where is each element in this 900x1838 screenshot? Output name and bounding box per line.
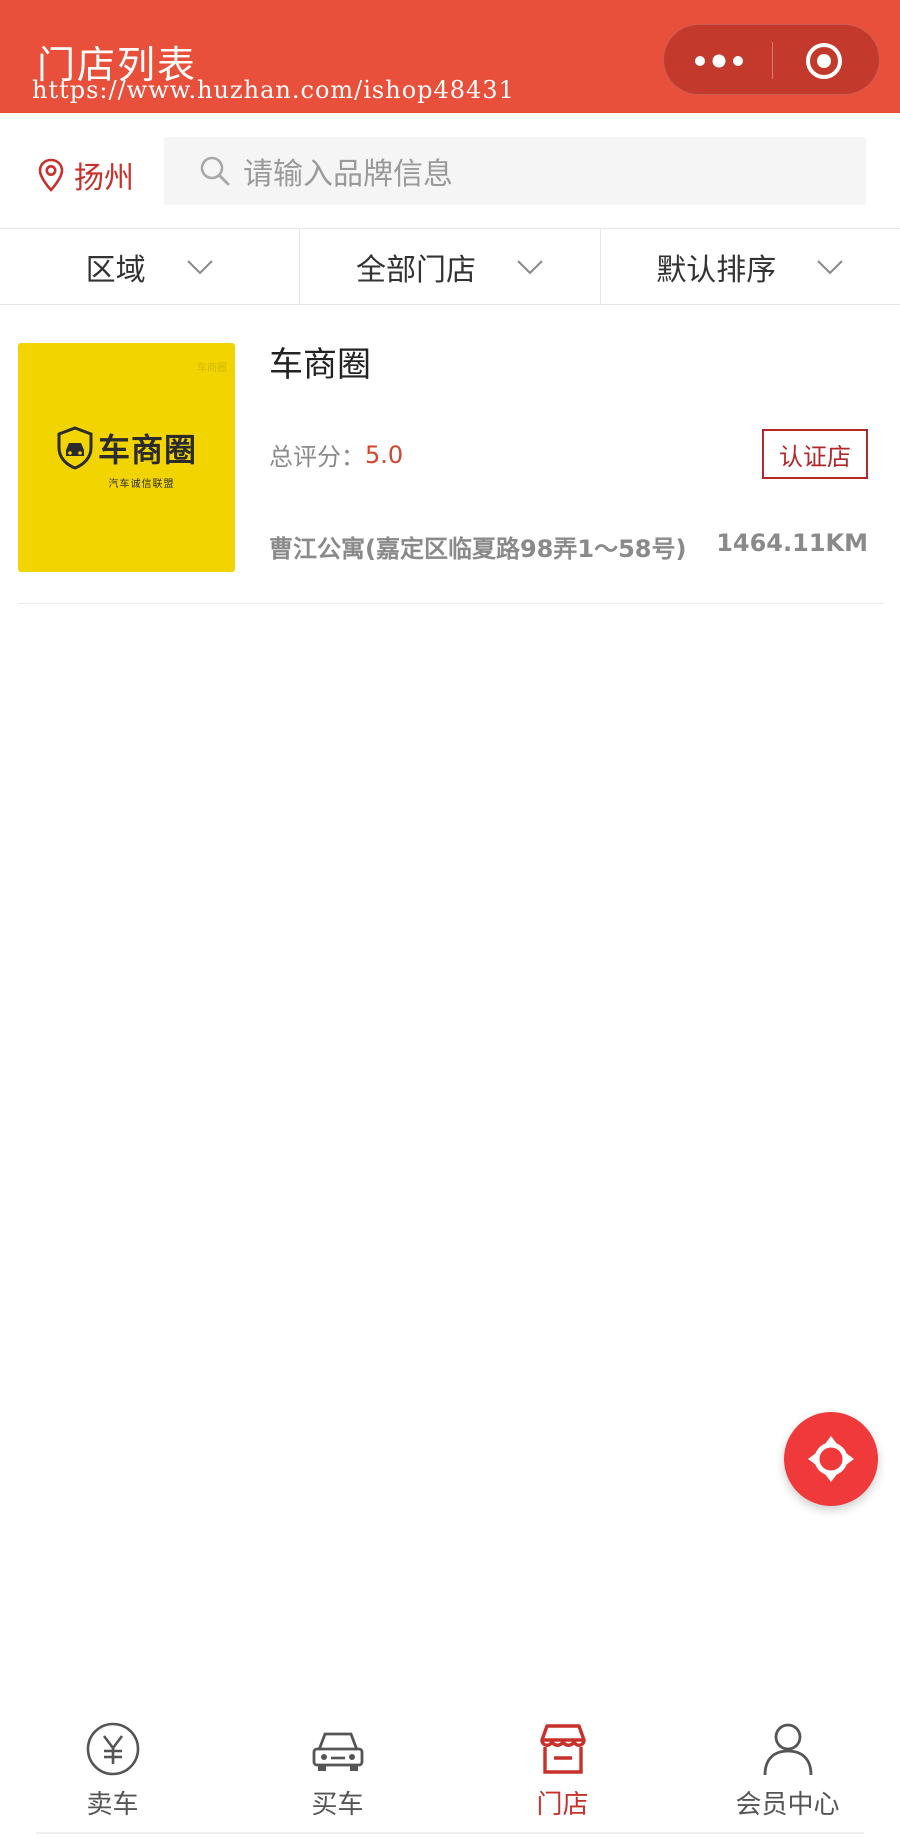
filter-sort[interactable]: 默认排序 <box>601 229 900 304</box>
location-selector[interactable]: 扬州 <box>38 155 134 196</box>
logo-corner-watermark: 车商圈 <box>197 363 227 374</box>
crosshair-icon <box>808 1436 854 1482</box>
store-distance: 1464.11KM <box>716 529 868 557</box>
certified-badge: 认证店 <box>762 429 868 479</box>
filter-label: 默认排序 <box>656 252 777 288</box>
tab-sell-car[interactable]: 卖车 <box>0 1700 225 1838</box>
store-logo: 车商圈 车商圈 汽车诚信联盟 <box>18 343 235 572</box>
filter-label: 全部门店 <box>355 252 476 288</box>
watermark-url: https://www.huzhan.com/ishop48431 <box>32 76 515 104</box>
tab-buy-car[interactable]: 买车 <box>225 1700 450 1838</box>
logo-subtitle: 汽车诚信联盟 <box>108 479 175 490</box>
store-icon <box>539 1724 586 1774</box>
filter-region[interactable]: 区域 <box>0 229 301 304</box>
store-list-page: 门店列表 https://www.huzhan.com/ishop48431 扬… <box>0 0 900 1838</box>
tab-label: 门店 <box>536 1790 589 1820</box>
location-city: 扬州 <box>74 161 134 196</box>
more-dots-icon[interactable] <box>694 49 744 73</box>
search-input[interactable]: 请输入品牌信息 <box>164 137 866 205</box>
chevron-down-icon <box>186 259 213 274</box>
store-rating: 总评分： 5.0 <box>269 437 403 472</box>
filter-bar: 区域 全部门店 默认排序 <box>0 229 900 305</box>
tab-store[interactable]: 门店 <box>450 1700 675 1838</box>
locate-button[interactable] <box>784 1412 878 1506</box>
home-indicator-line <box>36 1832 864 1834</box>
tab-member-center[interactable]: 会员中心 <box>675 1700 900 1838</box>
filter-label: 区域 <box>85 252 146 288</box>
search-placeholder: 请输入品牌信息 <box>243 157 453 192</box>
bottom-tab-bar: 卖车 买车 门店 会员中心 <box>0 1700 900 1838</box>
store-address: 曹江公寓(嘉定区临夏路98弄1～58号) <box>269 535 687 563</box>
rating-label: 总评分： <box>269 443 365 471</box>
filter-store-type[interactable]: 全部门店 <box>300 229 601 304</box>
store-name: 车商圈 <box>269 345 371 385</box>
car-icon <box>312 1732 363 1771</box>
rating-value: 5.0 <box>365 440 404 469</box>
tab-label: 会员中心 <box>735 1790 840 1820</box>
capsule-divider <box>772 42 773 79</box>
tab-label: 卖车 <box>86 1790 139 1820</box>
location-pin-icon <box>38 158 64 192</box>
close-target-icon[interactable] <box>805 42 843 80</box>
car-shield-icon <box>57 426 93 470</box>
chevron-down-icon <box>517 259 543 274</box>
logo-brand-name: 车商圈 <box>97 431 197 469</box>
tab-label: 买车 <box>311 1790 364 1820</box>
user-icon <box>763 1723 812 1776</box>
search-row: 扬州 请输入品牌信息 <box>0 113 900 229</box>
top-nav-bar: 门店列表 https://www.huzhan.com/ishop48431 <box>0 0 900 113</box>
search-icon <box>200 156 230 186</box>
store-list-item[interactable]: 车商圈 车商圈 汽车诚信联盟 车商圈 总评分： 5.0 认证店 曹江公寓(嘉定区… <box>18 305 884 604</box>
chevron-down-icon <box>817 259 844 274</box>
yen-coin-icon <box>86 1722 139 1776</box>
mini-program-capsule <box>663 24 880 95</box>
